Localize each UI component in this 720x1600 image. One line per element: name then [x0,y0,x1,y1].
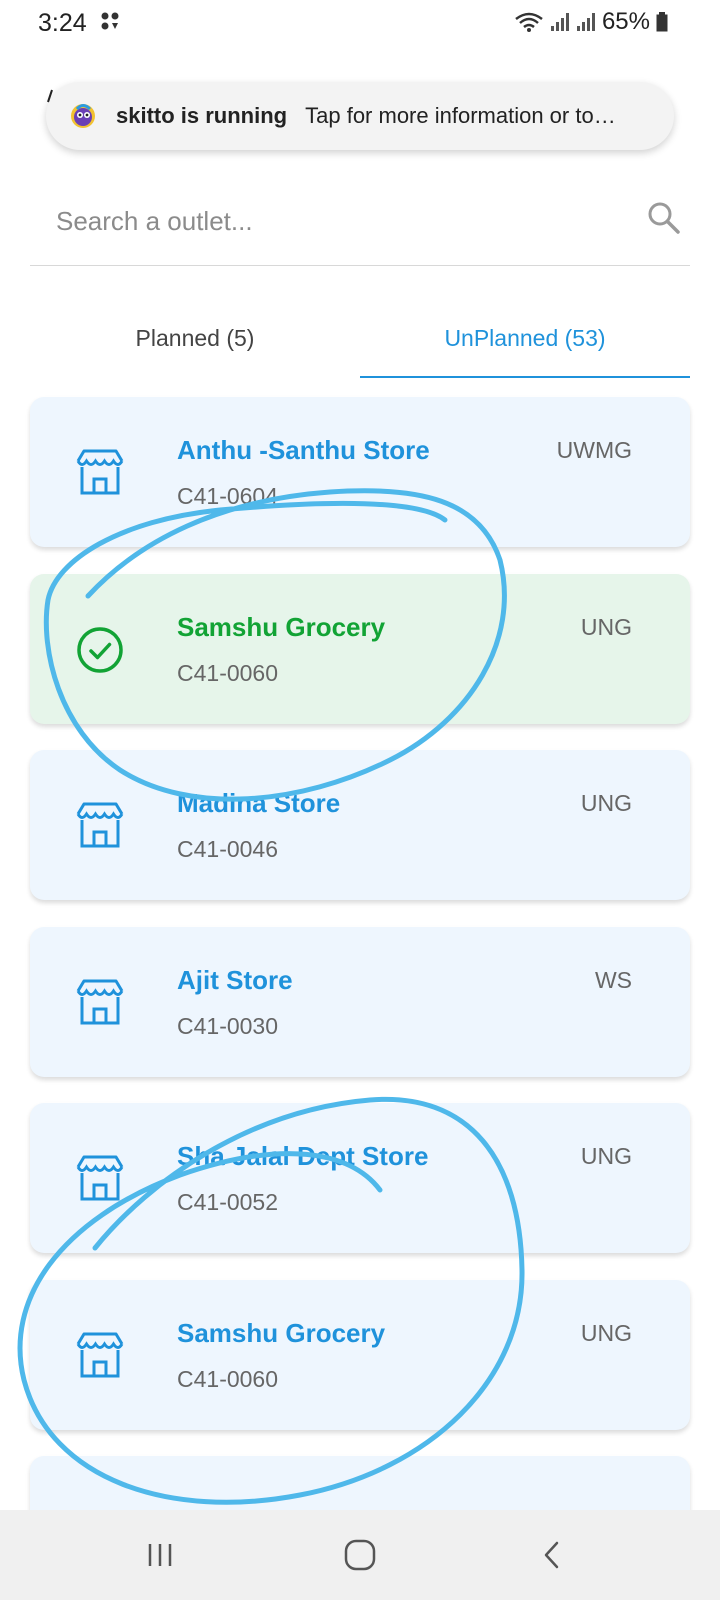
back-button[interactable] [522,1532,582,1578]
wifi-icon [515,12,543,32]
outlet-name: Samshu Grocery [177,612,386,642]
outlet-code: C41-0060 [177,1366,279,1392]
status-time: 3:24 [38,9,87,37]
notification-app-name: skitto is running [116,103,288,128]
status-bar: 3:24 65% [0,0,720,48]
outlet-card[interactable]: Samshu Grocery C41-0060 UNG [30,574,690,724]
store-icon [76,802,124,848]
outlet-name: Madina Store [177,788,341,818]
store-icon [76,449,124,495]
signal-icon-1 [550,13,569,31]
notification-text: Tap for more information or to… [305,103,616,128]
outlet-code: C41-0046 [177,836,279,862]
home-button[interactable] [330,1532,390,1578]
outlet-name: Samshu Grocery [177,1318,386,1348]
store-icon [76,1332,124,1378]
search-icon[interactable] [644,198,684,238]
active-tab-indicator [360,376,690,378]
outlet-code: C41-0030 [177,1013,279,1039]
outlet-code: C41-0604 [177,483,279,509]
outlet-card[interactable]: Samshu Grocery C41-0060 UNG [30,1280,690,1430]
edge-tick-icon [47,89,53,103]
search-bar [30,180,690,266]
check-circle-icon [77,627,123,673]
recent-apps-icon [148,1544,172,1566]
skitto-app-icon [71,104,95,128]
outlet-code: C41-0060 [177,660,279,686]
outlet-card[interactable]: Anthu -Santhu Store C41-0604 UWMG [30,397,690,547]
back-icon [544,1541,559,1569]
search-input[interactable] [56,198,576,244]
recent-apps-button[interactable] [130,1532,190,1578]
outlet-type: UWMG [556,437,632,463]
store-icon [76,1155,124,1201]
outlet-type: UNG [580,614,632,640]
outlet-type: UNG [580,790,632,816]
battery-icon [656,12,668,32]
store-icon [76,979,124,1025]
outlet-card[interactable]: Sha Jalal Dept Store C41-0052 UNG [30,1103,690,1253]
tab-unplanned[interactable]: UnPlanned (53) [360,318,690,374]
outlet-name: Ajit Store [177,965,293,995]
home-icon [344,1539,376,1571]
outlet-card[interactable]: Ajit Store C41-0030 WS [30,927,690,1077]
outlet-name: Sha Jalal Dept Store [177,1141,429,1171]
outlet-type: WS [594,967,632,993]
app-running-notification[interactable]: skitto is running Tap for more informati… [46,82,674,150]
notification-dots-icon [101,12,119,30]
status-indicators: 65% [514,8,668,36]
system-nav-bar [0,1510,720,1600]
outlet-name: Anthu -Santhu Store [177,435,430,465]
outlet-type: UNG [580,1320,632,1346]
outlet-code: C41-0052 [177,1189,279,1215]
tab-planned[interactable]: Planned (5) [30,318,360,374]
signal-icon-2 [576,13,595,31]
battery-percent: 65% [601,8,650,35]
outlet-card[interactable]: Madina Store C41-0046 UNG [30,750,690,900]
outlet-type: UNG [580,1143,632,1169]
